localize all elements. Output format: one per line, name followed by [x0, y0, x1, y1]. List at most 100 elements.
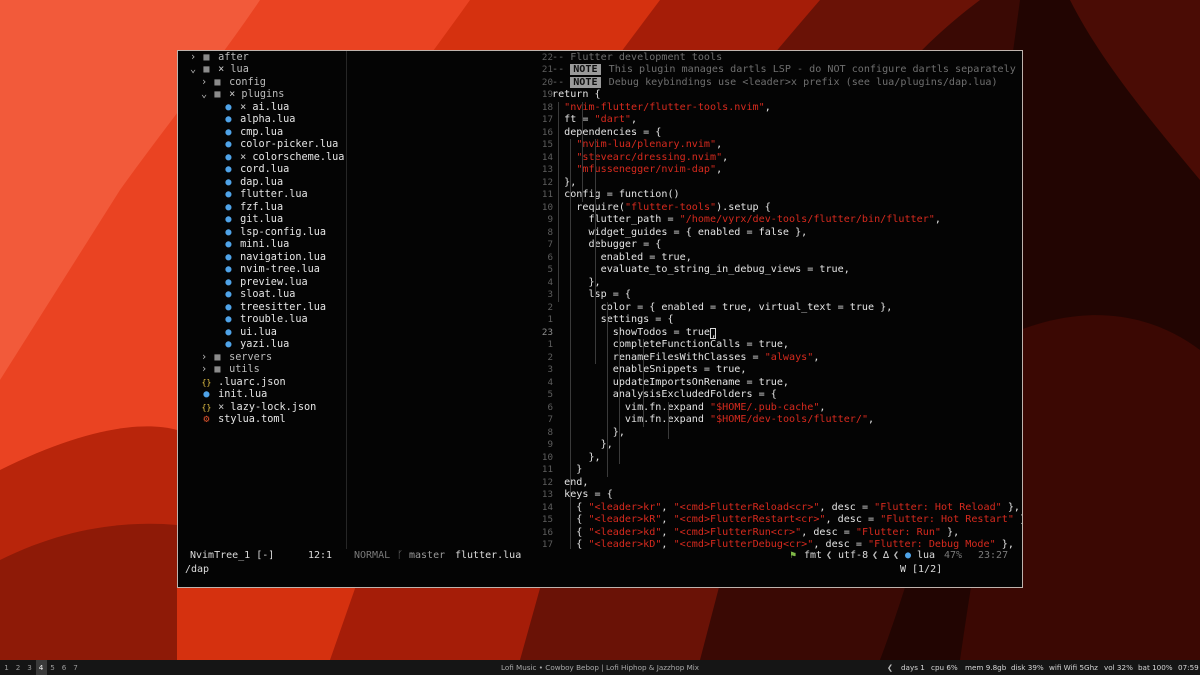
tree-item-ai-lua[interactable]: ● × ai.lua	[212, 102, 289, 115]
lua-file-icon: ●	[225, 339, 232, 350]
chevron-right-icon[interactable]: ›	[201, 77, 212, 90]
code-editor[interactable]: 22 -- Flutter development tools 21 -- NOTE …	[347, 51, 1022, 549]
collapse-icon[interactable]: ❮	[887, 660, 893, 675]
code-line[interactable]: debugger = {	[552, 239, 661, 252]
tree-item-stylua-toml[interactable]: ⚙ stylua.toml	[190, 414, 285, 427]
chevron-right-icon[interactable]: ›	[190, 52, 201, 65]
line-number: 10	[541, 201, 553, 213]
string-token: "nvim-flutter/flutter-tools.nvim"	[564, 101, 765, 113]
tree-item-label: lua	[230, 64, 249, 75]
tree-item-color-picker-lua[interactable]: ● color-picker.lua	[212, 139, 338, 152]
tree-item-flutter-lua[interactable]: ● flutter.lua	[212, 189, 307, 202]
tree-item-navigation-lua[interactable]: ● navigation.lua	[212, 252, 326, 265]
lua-icon: ●	[905, 550, 912, 561]
cpu-usage: cpu 6%	[931, 663, 958, 672]
code-line[interactable]: "nvim-lua/plenary.nvim",	[552, 139, 722, 152]
code-line[interactable]: },	[552, 427, 625, 440]
tree-item-lazy-lock-json[interactable]: {} × lazy-lock.json	[190, 402, 317, 415]
code-line[interactable]: keys = {	[552, 489, 613, 502]
code-line[interactable]: enableSnippets = true,	[552, 364, 747, 377]
string-token: "$HOME/dev-tools/flutter/"	[710, 414, 869, 425]
code-line[interactable]: updateImportsOnRename = true,	[552, 377, 789, 390]
tree-item-label: init.lua	[218, 389, 268, 400]
code-token: dependencies = {	[552, 126, 662, 138]
tree-item-sloat-lua[interactable]: ● sloat.lua	[212, 289, 295, 302]
code-line[interactable]: color = { enabled = true, virtual_text =…	[552, 302, 893, 315]
string-token: "Flutter: Debug Mode"	[868, 539, 996, 549]
note-badge: NOTE	[570, 64, 601, 75]
code-token: , desc =	[813, 539, 869, 549]
code-line[interactable]: { "<leader>kR", "<cmd>FlutterRestart<cr>…	[552, 514, 1022, 527]
tree-item-utils[interactable]: › ■ utils	[201, 364, 260, 377]
code-line[interactable]: completeFunctionCalls = true,	[552, 339, 789, 352]
tree-item-cord-lua[interactable]: ● cord.lua	[212, 164, 289, 177]
code-line[interactable]: dependencies = {	[552, 127, 661, 140]
tree-item-mini-lua[interactable]: ● mini.lua	[212, 239, 289, 252]
tree-item-preview-lua[interactable]: ● preview.lua	[212, 277, 307, 290]
code-line[interactable]: evaluate_to_string_in_debug_views = true…	[552, 264, 850, 277]
chevron-right-icon[interactable]: ›	[201, 364, 212, 377]
code-line[interactable]: -- Flutter development tools	[552, 52, 722, 65]
tree-item-lua[interactable]: ⌄ ■ × lua	[190, 64, 249, 77]
comment-token: -- Flutter development tools	[552, 51, 723, 63]
code-line[interactable]: vim.fn.expand "$HOME/.pub-cache",	[552, 402, 826, 415]
chevron-down-icon[interactable]: ⌄	[201, 89, 212, 102]
tree-item-cmp-lua[interactable]: ● cmp.lua	[212, 127, 283, 140]
tree-item-nvim-tree-lua[interactable]: ● nvim-tree.lua	[212, 264, 319, 277]
code-line[interactable]: "stevearc/dressing.nvim",	[552, 152, 728, 165]
code-line[interactable]: },	[552, 277, 600, 290]
code-line[interactable]: require("flutter-tools").setup {	[552, 202, 771, 215]
command-line[interactable]: /dap W [1/2]	[178, 563, 1022, 577]
code-line[interactable]: -- NOTE Debug keybindings use <leader>x …	[552, 76, 998, 90]
tree-item-dap-lua[interactable]: ● dap.lua	[212, 177, 283, 190]
lua-file-icon: ●	[225, 251, 232, 263]
tree-item-after[interactable]: › ■ after	[190, 52, 249, 65]
tree-item-fzf-lua[interactable]: ● fzf.lua	[212, 202, 283, 215]
code-line[interactable]: renameFilesWithClasses = "always",	[552, 352, 820, 365]
chevron-right-icon[interactable]: ›	[201, 352, 212, 365]
tree-item-lsp-config-lua[interactable]: ● lsp-config.lua	[212, 227, 326, 240]
code-line[interactable]: "nvim-flutter/flutter-tools.nvim",	[552, 102, 771, 115]
code-line[interactable]: -- NOTE This plugin manages dartls LSP -…	[552, 64, 1016, 77]
file-name: flutter.lua	[455, 550, 522, 561]
tree-item-colorscheme-lua[interactable]: ● × colorscheme.lua	[212, 152, 344, 165]
code-line[interactable]: }	[552, 464, 582, 477]
line-number: 23	[541, 326, 553, 338]
chevron-down-icon[interactable]: ⌄	[190, 64, 201, 77]
lua-file-icon: ●	[225, 176, 232, 188]
code-line[interactable]: return {	[552, 89, 601, 102]
code-line[interactable]: analysisExcludedFolders = {	[552, 389, 777, 402]
code-line[interactable]: ft = "dart",	[552, 114, 637, 127]
tree-item-alpha-lua[interactable]: ● alpha.lua	[212, 114, 295, 127]
tree-item-ui-lua[interactable]: ● ui.lua	[212, 327, 277, 340]
code-line[interactable]: "mfussenegger/nvim-dap",	[552, 164, 722, 177]
tree-item-git-lua[interactable]: ● git.lua	[212, 214, 283, 227]
string-token: "nvim-lua/plenary.nvim"	[576, 139, 717, 150]
tree-item--luarc-json[interactable]: {} .luarc.json	[190, 377, 286, 390]
tree-item-init-lua[interactable]: ● init.lua	[190, 389, 267, 402]
tree-item-yazi-lua[interactable]: ● yazi.lua	[212, 339, 289, 352]
code-line[interactable]: },	[552, 452, 600, 465]
code-line[interactable]: { "<leader>kd", "<cmd>FlutterRun<cr>", d…	[552, 527, 959, 540]
code-line[interactable]: flutter_path = "/home/vyrx/dev-tools/flu…	[552, 214, 940, 227]
folder-icon: ■	[203, 51, 210, 63]
code-line[interactable]: { "<leader>kr", "<cmd>FlutterReload<cr>"…	[552, 502, 1020, 515]
code-line[interactable]: widget_guides = { enabled = false },	[552, 227, 807, 240]
string-token: "stevearc/dressing.nvim"	[576, 151, 723, 163]
code-line[interactable]: lsp = {	[552, 289, 631, 302]
file-tree[interactable]: › ■ after ⌄ ■ × lua › ■ config ⌄ ■ × plugins ● ×…	[178, 51, 346, 549]
code-token: require(	[552, 201, 625, 213]
code-line[interactable]: vim.fn.expand "$HOME/dev-tools/flutter/"…	[552, 414, 874, 427]
code-line[interactable]: },	[552, 177, 576, 190]
tree-item-servers[interactable]: › ■ servers	[201, 352, 272, 365]
tree-item-treesitter-lua[interactable]: ● treesitter.lua	[212, 302, 326, 315]
tree-item-trouble-lua[interactable]: ● trouble.lua	[212, 314, 307, 327]
tree-item-plugins[interactable]: ⌄ ■ × plugins	[201, 89, 284, 102]
terminal-window[interactable]: › ■ after ⌄ ■ × lua › ■ config ⌄ ■ × plugins ● ×…	[177, 50, 1023, 588]
tree-item-label: navigation.lua	[240, 251, 327, 263]
code-line[interactable]: { "<leader>kD", "<cmd>FlutterDebug<cr>",…	[552, 539, 1014, 549]
code-line[interactable]: enabled = true,	[552, 252, 692, 265]
tree-item-config[interactable]: › ■ config	[201, 77, 266, 90]
code-line[interactable]: showTodos = true,	[552, 327, 717, 340]
code-line[interactable]: },	[552, 439, 613, 452]
